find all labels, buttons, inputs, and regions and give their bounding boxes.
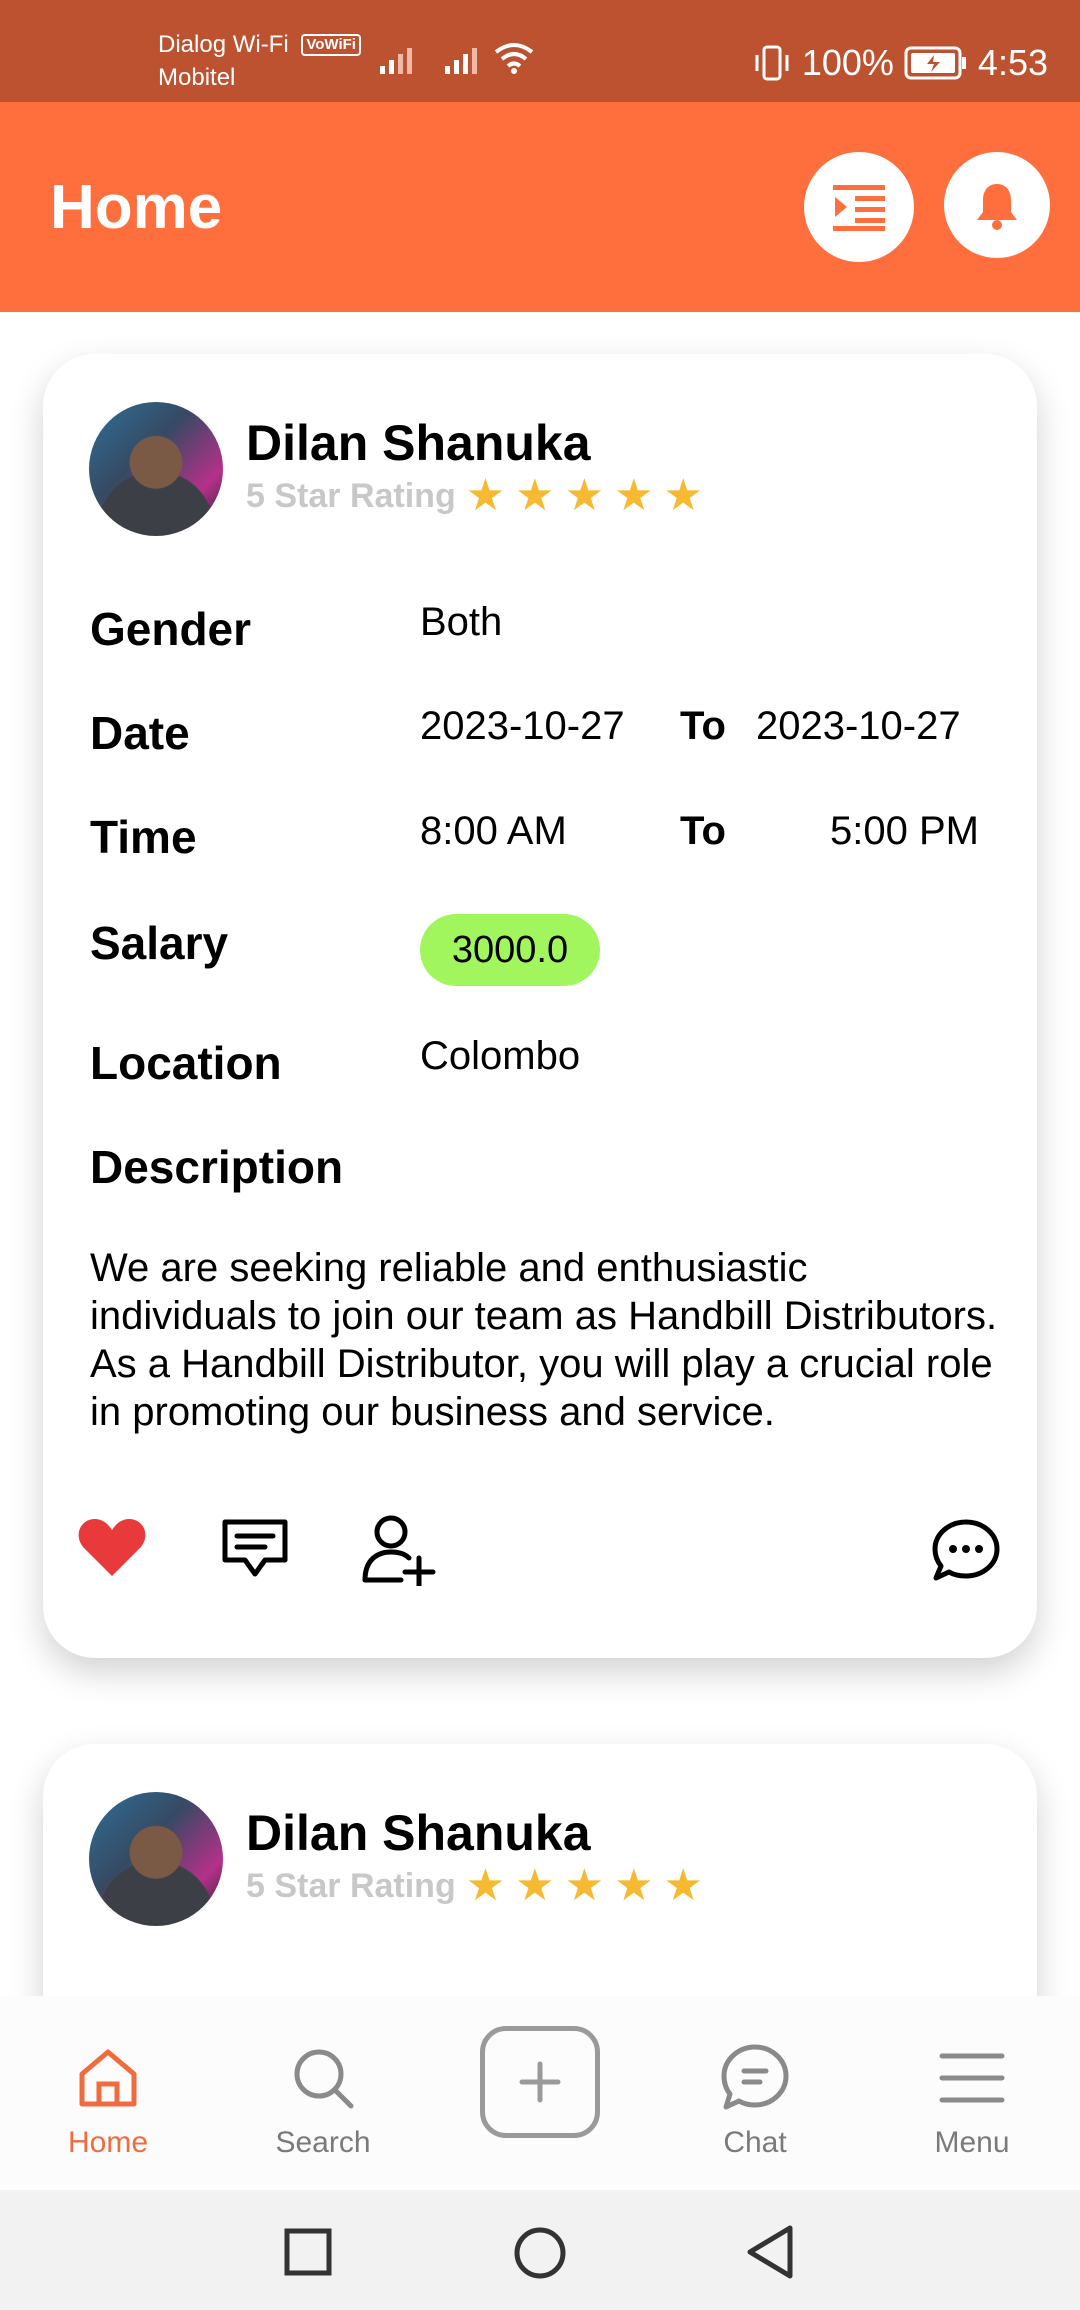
vowifi-badge: VoWiFi	[301, 34, 361, 56]
star-icon: ★	[515, 1861, 555, 1910]
vibrate-icon	[755, 45, 789, 81]
app-header: Home	[0, 102, 1080, 312]
rating-row: 5 Star Rating ★ ★ ★ ★ ★	[246, 474, 703, 518]
nav-chat-label: Chat	[723, 2126, 787, 2159]
add-post-button[interactable]	[480, 2026, 600, 2138]
nav-home-label: Home	[67, 2126, 149, 2159]
star-icon: ★	[465, 1861, 506, 1910]
date-label: Date	[90, 707, 190, 759]
add-user-icon[interactable]	[361, 1514, 441, 1586]
poster-name: Dilan Shanuka	[246, 415, 591, 471]
menu-button[interactable]	[804, 152, 914, 262]
back-icon[interactable]	[744, 2224, 796, 2280]
clock: 4:53	[977, 42, 1048, 83]
time-to-word: To	[680, 809, 726, 853]
comment-icon[interactable]	[221, 1518, 291, 1580]
add-icon	[519, 2061, 561, 2103]
signal-icon	[380, 48, 412, 74]
menu-icon	[939, 2053, 1005, 2103]
rating-text: 5 Star Rating	[246, 476, 456, 515]
home-circle-icon[interactable]	[513, 2226, 567, 2280]
location-value: Colombo	[420, 1034, 581, 1078]
star-icon: ★	[663, 471, 703, 520]
gender-value: Both	[420, 600, 503, 644]
nav-search-label: Search	[275, 2126, 371, 2159]
home-icon	[79, 2049, 137, 2107]
battery-percent: 100%	[801, 42, 894, 83]
chat-icon	[721, 2044, 789, 2110]
date-to: 2023-10-27	[756, 704, 961, 748]
carrier-line-2: Mobitel	[158, 64, 236, 91]
star-rating: ★ ★ ★ ★ ★	[466, 474, 703, 518]
nav-home[interactable]: Home	[18, 1996, 198, 2190]
rating-text: 5 Star Rating	[246, 1866, 456, 1905]
job-card[interactable]: Dilan Shanuka 5 Star Rating ★ ★ ★ ★ ★ Ge…	[43, 354, 1037, 1658]
date-to-word: To	[680, 704, 726, 748]
avatar[interactable]	[89, 1792, 223, 1926]
chat-bubble-icon[interactable]	[931, 1518, 1001, 1582]
star-icon: ★	[515, 471, 555, 520]
nav-menu[interactable]: Menu	[882, 1996, 1062, 2190]
recents-icon[interactable]	[284, 2228, 332, 2276]
bell-icon	[977, 184, 1017, 230]
star-icon: ★	[465, 471, 506, 520]
description-label: Description	[90, 1141, 344, 1193]
date-from: 2023-10-27	[420, 704, 625, 748]
time-from: 8:00 AM	[420, 809, 567, 853]
wifi-icon	[494, 43, 534, 74]
status-bar: Dialog Wi-Fi VoWiFi Mobitel 100% 4:53	[0, 0, 1080, 102]
rating-row: 5 Star Rating ★ ★ ★ ★ ★	[246, 1864, 703, 1908]
gender-label: Gender	[90, 603, 252, 655]
salary-label: Salary	[90, 917, 229, 969]
salary-badge: 3000.0	[420, 914, 600, 986]
search-icon	[294, 2049, 354, 2109]
avatar[interactable]	[89, 402, 223, 536]
bottom-nav: Home Search Chat Menu	[0, 1996, 1080, 2190]
carrier-line-1: Dialog Wi-Fi	[158, 31, 289, 58]
star-icon: ★	[614, 471, 654, 520]
battery-icon	[904, 46, 966, 80]
time-label: Time	[90, 811, 197, 863]
system-nav-bar	[0, 2190, 1080, 2310]
nav-chat[interactable]: Chat	[665, 1996, 845, 2190]
star-icon: ★	[564, 1861, 605, 1910]
signal-icon	[445, 48, 477, 74]
star-icon: ★	[564, 471, 605, 520]
page-title: Home	[50, 173, 223, 242]
time-to: 5:00 PM	[830, 809, 979, 853]
status-right: 100% 4:53	[752, 40, 1048, 86]
description-text: We are seeking reliable and enthusiastic…	[90, 1246, 998, 1434]
star-icon: ★	[663, 1861, 703, 1910]
location-label: Location	[90, 1037, 282, 1089]
heart-icon[interactable]	[77, 1516, 147, 1578]
carrier-info: Dialog Wi-Fi VoWiFi Mobitel	[158, 28, 361, 94]
star-icon: ★	[614, 1861, 654, 1910]
poster-name: Dilan Shanuka	[246, 1805, 591, 1861]
nav-menu-label: Menu	[934, 2126, 1010, 2159]
star-rating: ★ ★ ★ ★ ★	[466, 1864, 703, 1908]
indent-list-icon	[833, 185, 885, 231]
notification-button[interactable]	[944, 152, 1050, 258]
nav-search[interactable]: Search	[233, 1996, 413, 2190]
